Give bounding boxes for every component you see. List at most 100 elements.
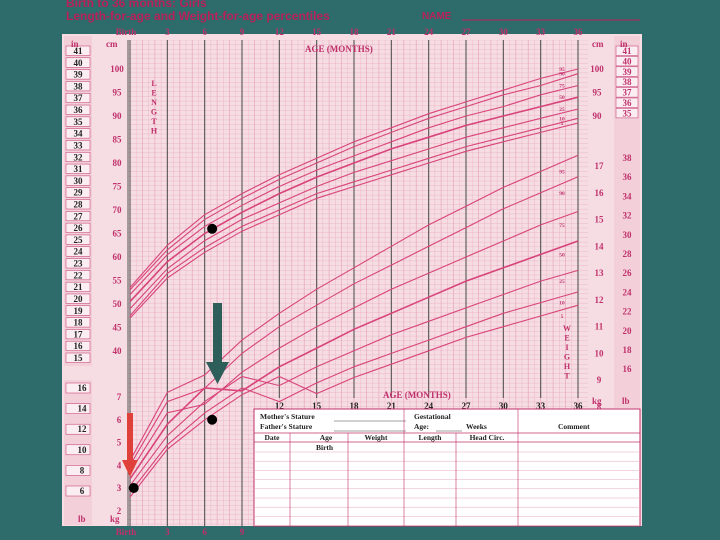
left-in-tick: 24 [74, 247, 84, 257]
table-col-header: Length [419, 433, 443, 442]
comment-header: Comment [558, 422, 590, 431]
weight-pct-label: 25 [559, 279, 565, 285]
right-in-tick: 37 [623, 88, 633, 98]
length-pct-label: 75 [559, 83, 565, 89]
weight-letter: H [564, 362, 571, 371]
unit-kg-left: kg [110, 514, 120, 524]
right-kg-tick: 11 [595, 322, 604, 332]
right-kg-tick: 16 [595, 188, 605, 198]
left-cm-tick: 100 [110, 64, 124, 74]
x-axis-title-mid: AGE (MONTHS) [383, 390, 451, 400]
length-letter: T [151, 117, 157, 126]
left-in-tick: 31 [74, 164, 84, 174]
growth-chart: Birth to 36 months: Girls Length-for-age… [0, 0, 720, 537]
mothers-stature: Mother's Stature [260, 412, 315, 421]
unit-lb-right: lb [622, 396, 630, 406]
unit-in-right: in [620, 39, 628, 49]
right-lb-tick: 28 [623, 249, 633, 259]
left-in-tick: 37 [74, 93, 84, 103]
x-tick-top: 36 [574, 27, 584, 37]
gest-weeks: Weeks [466, 422, 487, 431]
left-in-tick: 16 [74, 341, 84, 351]
left-cm-tick: 60 [113, 252, 123, 262]
x-tick-top: Birth [116, 27, 137, 37]
left-cm-tick: 80 [113, 158, 123, 168]
weight-pct-label: 10 [559, 301, 565, 307]
right-lb-tick: 24 [623, 287, 633, 297]
left-in-tick: 36 [74, 105, 84, 115]
left-in-tick: 29 [74, 188, 84, 198]
measurement-dot [207, 414, 218, 425]
left-kg-tick: 3 [117, 483, 122, 493]
birth-row-label: Birth [316, 443, 334, 452]
left-in-tick: 18 [74, 318, 84, 328]
left-cm-tick: 40 [113, 346, 123, 356]
length-pct-label: 5 [561, 121, 564, 127]
right-kg-tick: 15 [595, 215, 605, 225]
gest-age: Age: [414, 422, 429, 431]
lb-tick-box [65, 485, 91, 497]
left-in-tick: 39 [74, 70, 84, 80]
left-in-tick: 28 [74, 200, 84, 210]
right-kg-tick: 17 [595, 161, 605, 171]
right-in-tick: 36 [623, 98, 633, 108]
length-letter: G [151, 108, 157, 117]
table-col-header: Weight [365, 433, 388, 442]
x-tick-top: 6 [202, 27, 207, 37]
unit-kg-right: kg [592, 396, 602, 406]
x-tick-bottom: Birth [116, 527, 137, 537]
length-letter: E [151, 89, 156, 98]
gestational: Gestational [414, 412, 451, 421]
length-pct-label: 50 [559, 95, 565, 101]
lb-tick-box [65, 465, 91, 476]
weight-letter: W [563, 324, 571, 333]
left-kg-tick: 5 [117, 438, 122, 448]
right-cm-tick: 100 [590, 64, 604, 74]
right-lb-tick: 26 [623, 268, 633, 278]
left-cm-tick: 90 [113, 111, 123, 121]
left-in-tick: 40 [74, 58, 84, 68]
left-in-tick: 38 [74, 81, 84, 91]
weight-pct-label: 5 [561, 314, 564, 320]
weight-pct-label: 75 [559, 223, 565, 229]
length-percentile-labels: 9590755025105 [559, 67, 565, 127]
name-label: NAME [422, 11, 452, 22]
table-col-header: Age [320, 433, 333, 442]
x-tick-top: 18 [350, 27, 360, 37]
x-tick-top: 15 [312, 27, 322, 37]
right-lb-tick: 18 [623, 345, 633, 355]
x-tick-top: 3 [165, 27, 170, 37]
right-cm-tick: 90 [593, 111, 603, 121]
left-lb-tick: 12 [78, 424, 88, 434]
length-pct-label: 25 [559, 107, 565, 113]
x-axis-title-top: AGE (MONTHS) [305, 44, 373, 54]
record-table: Mother's Stature Father's Stature Gestat… [253, 408, 641, 527]
right-lb-tick: 16 [623, 364, 633, 374]
right-lb-tick: 38 [623, 153, 633, 163]
left-cm-tick: 75 [113, 182, 123, 192]
left-lb-tick: 6 [80, 486, 85, 496]
left-in-tick: 30 [74, 176, 84, 186]
x-tick-top: 27 [462, 27, 472, 37]
left-in-tick: 27 [74, 211, 84, 221]
left-in-tick: 23 [74, 259, 84, 269]
x-tick-top: 21 [387, 27, 397, 37]
unit-cm-left: cm [106, 39, 118, 49]
left-in-tick: 32 [74, 152, 84, 162]
left-lb-tick: 16 [78, 383, 88, 393]
x-tick-top: 12 [275, 27, 285, 37]
left-in-tick: 35 [74, 117, 84, 127]
left-kg-tick: 7 [117, 392, 122, 402]
right-in-tick: 39 [623, 67, 633, 77]
left-in-tick: 19 [74, 306, 84, 316]
left-in-tick: 15 [74, 353, 84, 363]
table-col-header: Head Circ. [470, 433, 505, 442]
length-letter: H [151, 127, 158, 136]
left-in-tick: 25 [74, 235, 84, 245]
right-in-tick: 38 [623, 77, 633, 87]
left-kg-tick: 6 [117, 415, 122, 425]
right-lb-tick: 30 [623, 230, 633, 240]
fathers-stature: Father's Stature [260, 422, 313, 431]
x-ticks-bottom: Birth 3 6 9 [116, 527, 245, 537]
unit-lb-left: lb [78, 514, 86, 524]
